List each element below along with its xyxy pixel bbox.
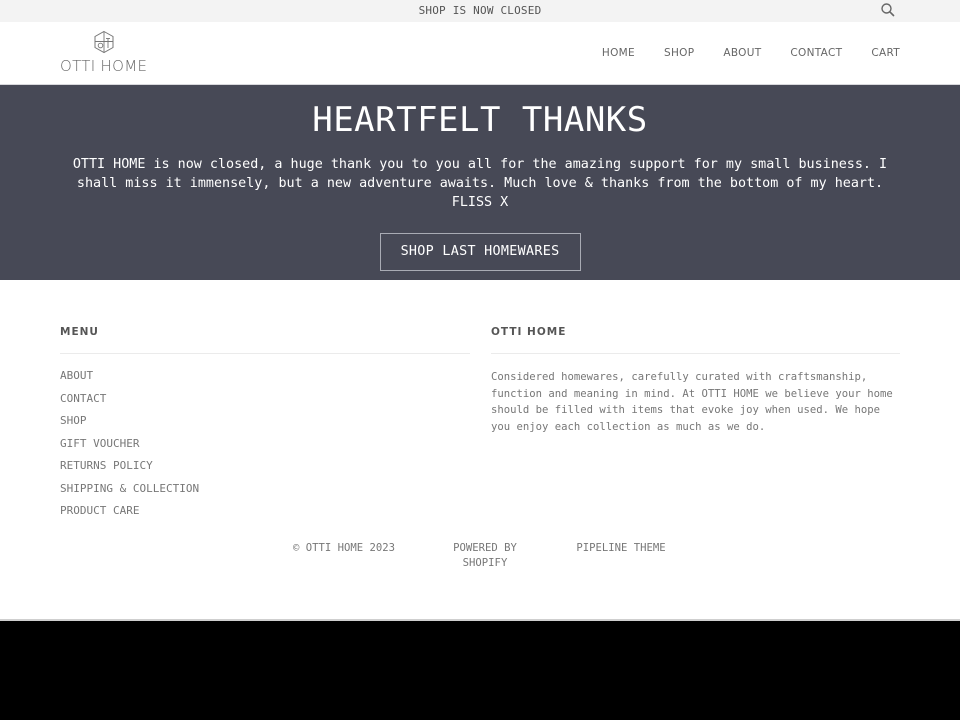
site-footer: MENU ABOUT CONTACT SHOP GIFT VOUCHER RET… bbox=[0, 280, 960, 621]
announcement-bar: SHOP IS NOW CLOSED bbox=[0, 0, 960, 22]
footer-link-gift-voucher[interactable]: GIFT VOUCHER bbox=[60, 437, 139, 450]
footer-about-heading: OTTI HOME bbox=[491, 326, 567, 338]
hero-message: OTTI HOME is now closed, a huge thank yo… bbox=[72, 157, 888, 210]
footer-link-shop[interactable]: SHOP bbox=[60, 414, 87, 427]
divider bbox=[60, 353, 470, 354]
powered-by-shopify-link[interactable]: POWERED BY SHOPIFY bbox=[453, 542, 517, 569]
footer-about: OTTI HOME Considered homewares, carefull… bbox=[491, 326, 900, 435]
footer-link-returns-policy[interactable]: RETURNS POLICY bbox=[60, 459, 153, 472]
hero-title: HEARTFELT THANKS bbox=[312, 100, 648, 140]
shop-last-homewares-button[interactable]: SHOP LAST HOMEWARES bbox=[379, 233, 581, 271]
main-nav: HOME SHOP ABOUT CONTACT CART bbox=[573, 22, 900, 84]
site-header: OTTI HOME HOME SHOP ABOUT CONTACT CART bbox=[0, 22, 960, 85]
footer-link-shipping-collection[interactable]: SHIPPING & COLLECTION bbox=[60, 482, 199, 495]
announcement-text: SHOP IS NOW CLOSED bbox=[418, 4, 542, 17]
footer-about-text: Considered homewares, carefully curated … bbox=[491, 371, 893, 433]
search-icon[interactable] bbox=[880, 2, 896, 18]
nav-cart[interactable]: CART bbox=[871, 47, 900, 59]
nav-shop[interactable]: SHOP bbox=[664, 47, 694, 59]
logo-text: OTTI HOME bbox=[60, 57, 148, 75]
copyright: © OTTI HOME 2023 bbox=[292, 542, 396, 554]
nav-contact[interactable]: CONTACT bbox=[790, 47, 842, 59]
logo[interactable]: OTTI HOME bbox=[60, 30, 150, 80]
nav-about[interactable]: ABOUT bbox=[723, 47, 761, 59]
divider bbox=[491, 353, 900, 354]
footer-link-contact[interactable]: CONTACT bbox=[60, 392, 106, 405]
nav-home[interactable]: HOME bbox=[602, 47, 635, 59]
pipeline-theme-link[interactable]: PIPELINE THEME bbox=[576, 542, 665, 554]
footer-menu-heading: MENU bbox=[60, 326, 99, 338]
footer-link-product-care[interactable]: PRODUCT CARE bbox=[60, 504, 139, 517]
hero-banner: HEARTFELT THANKS OTTI HOME is now closed… bbox=[0, 85, 960, 280]
footer-menu: MENU ABOUT CONTACT SHOP GIFT VOUCHER RET… bbox=[60, 326, 470, 527]
hexagon-monogram-icon bbox=[60, 30, 150, 54]
footer-link-about[interactable]: ABOUT bbox=[60, 369, 93, 382]
